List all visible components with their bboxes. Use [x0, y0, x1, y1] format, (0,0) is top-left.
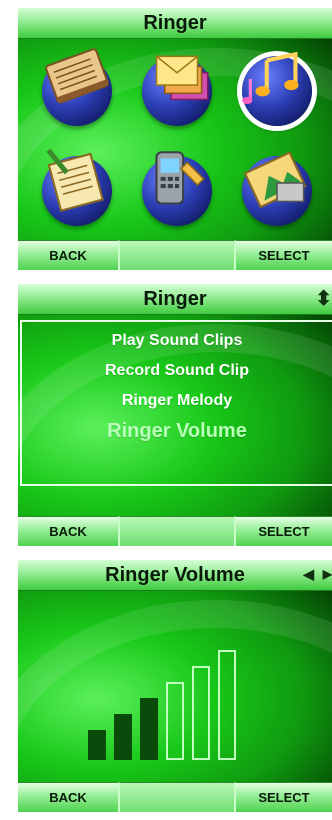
volume-bar-6: [218, 650, 236, 760]
pictures-icon[interactable]: [242, 151, 312, 226]
ringer-icon-menu-screen: Ringer BACK SELECT: [18, 8, 332, 270]
menu-item-ringer-volume[interactable]: Ringer Volume: [22, 420, 332, 443]
phone-settings-icon[interactable]: [142, 151, 212, 226]
volume-bar-5: [192, 666, 210, 760]
notepad-icon[interactable]: [42, 148, 112, 226]
screen-title: Ringer: [143, 11, 207, 34]
volume-bar-3: [140, 698, 158, 760]
select-button[interactable]: SELECT: [236, 240, 332, 270]
volume-bar-2: [114, 714, 132, 760]
soft-key-bar: BACK SELECT: [18, 516, 332, 546]
ringer-volume-screen: Ringer Volume ◀ ▶ BACK SELECT: [18, 560, 332, 812]
back-button[interactable]: BACK: [18, 516, 118, 546]
menu-item-ringer-melody[interactable]: Ringer Melody: [22, 392, 332, 410]
title-bar: Ringer Volume ◀ ▶: [18, 560, 332, 591]
ringer-list-menu-screen: Ringer ⬍ Play Sound Clips Record Sound C…: [18, 284, 332, 546]
soft-key-bar: BACK SELECT: [18, 240, 332, 270]
screen-title: Ringer Volume: [105, 563, 245, 586]
title-bar: Ringer ⬍: [18, 284, 332, 315]
arrow-left-icon[interactable]: ◀: [303, 566, 314, 583]
music-notes-icon[interactable]: [242, 51, 312, 126]
volume-bar-4: [166, 682, 184, 760]
menu-item-record-sound-clip[interactable]: Record Sound Clip: [22, 362, 332, 380]
center-soft-key[interactable]: [118, 782, 236, 812]
back-button[interactable]: BACK: [18, 782, 118, 812]
screen-title: Ringer: [143, 287, 207, 310]
soft-key-bar: BACK SELECT: [18, 782, 332, 812]
title-bar: Ringer: [18, 8, 332, 39]
address-book-icon[interactable]: [42, 48, 112, 126]
center-soft-key[interactable]: [118, 516, 236, 546]
select-button[interactable]: SELECT: [236, 516, 332, 546]
back-button[interactable]: BACK: [18, 240, 118, 270]
center-soft-key[interactable]: [118, 240, 236, 270]
select-button[interactable]: SELECT: [236, 782, 332, 812]
volume-bar-1: [88, 730, 106, 760]
menu-item-play-sound-clips[interactable]: Play Sound Clips: [22, 332, 332, 350]
arrow-right-icon[interactable]: ▶: [323, 567, 332, 581]
messages-icon[interactable]: [142, 55, 212, 126]
scroll-updown-icon: ⬍: [315, 288, 332, 310]
volume-level-bars[interactable]: [88, 610, 268, 760]
icon-grid: [42, 48, 332, 236]
menu-list: Play Sound Clips Record Sound Clip Ringe…: [20, 320, 332, 486]
